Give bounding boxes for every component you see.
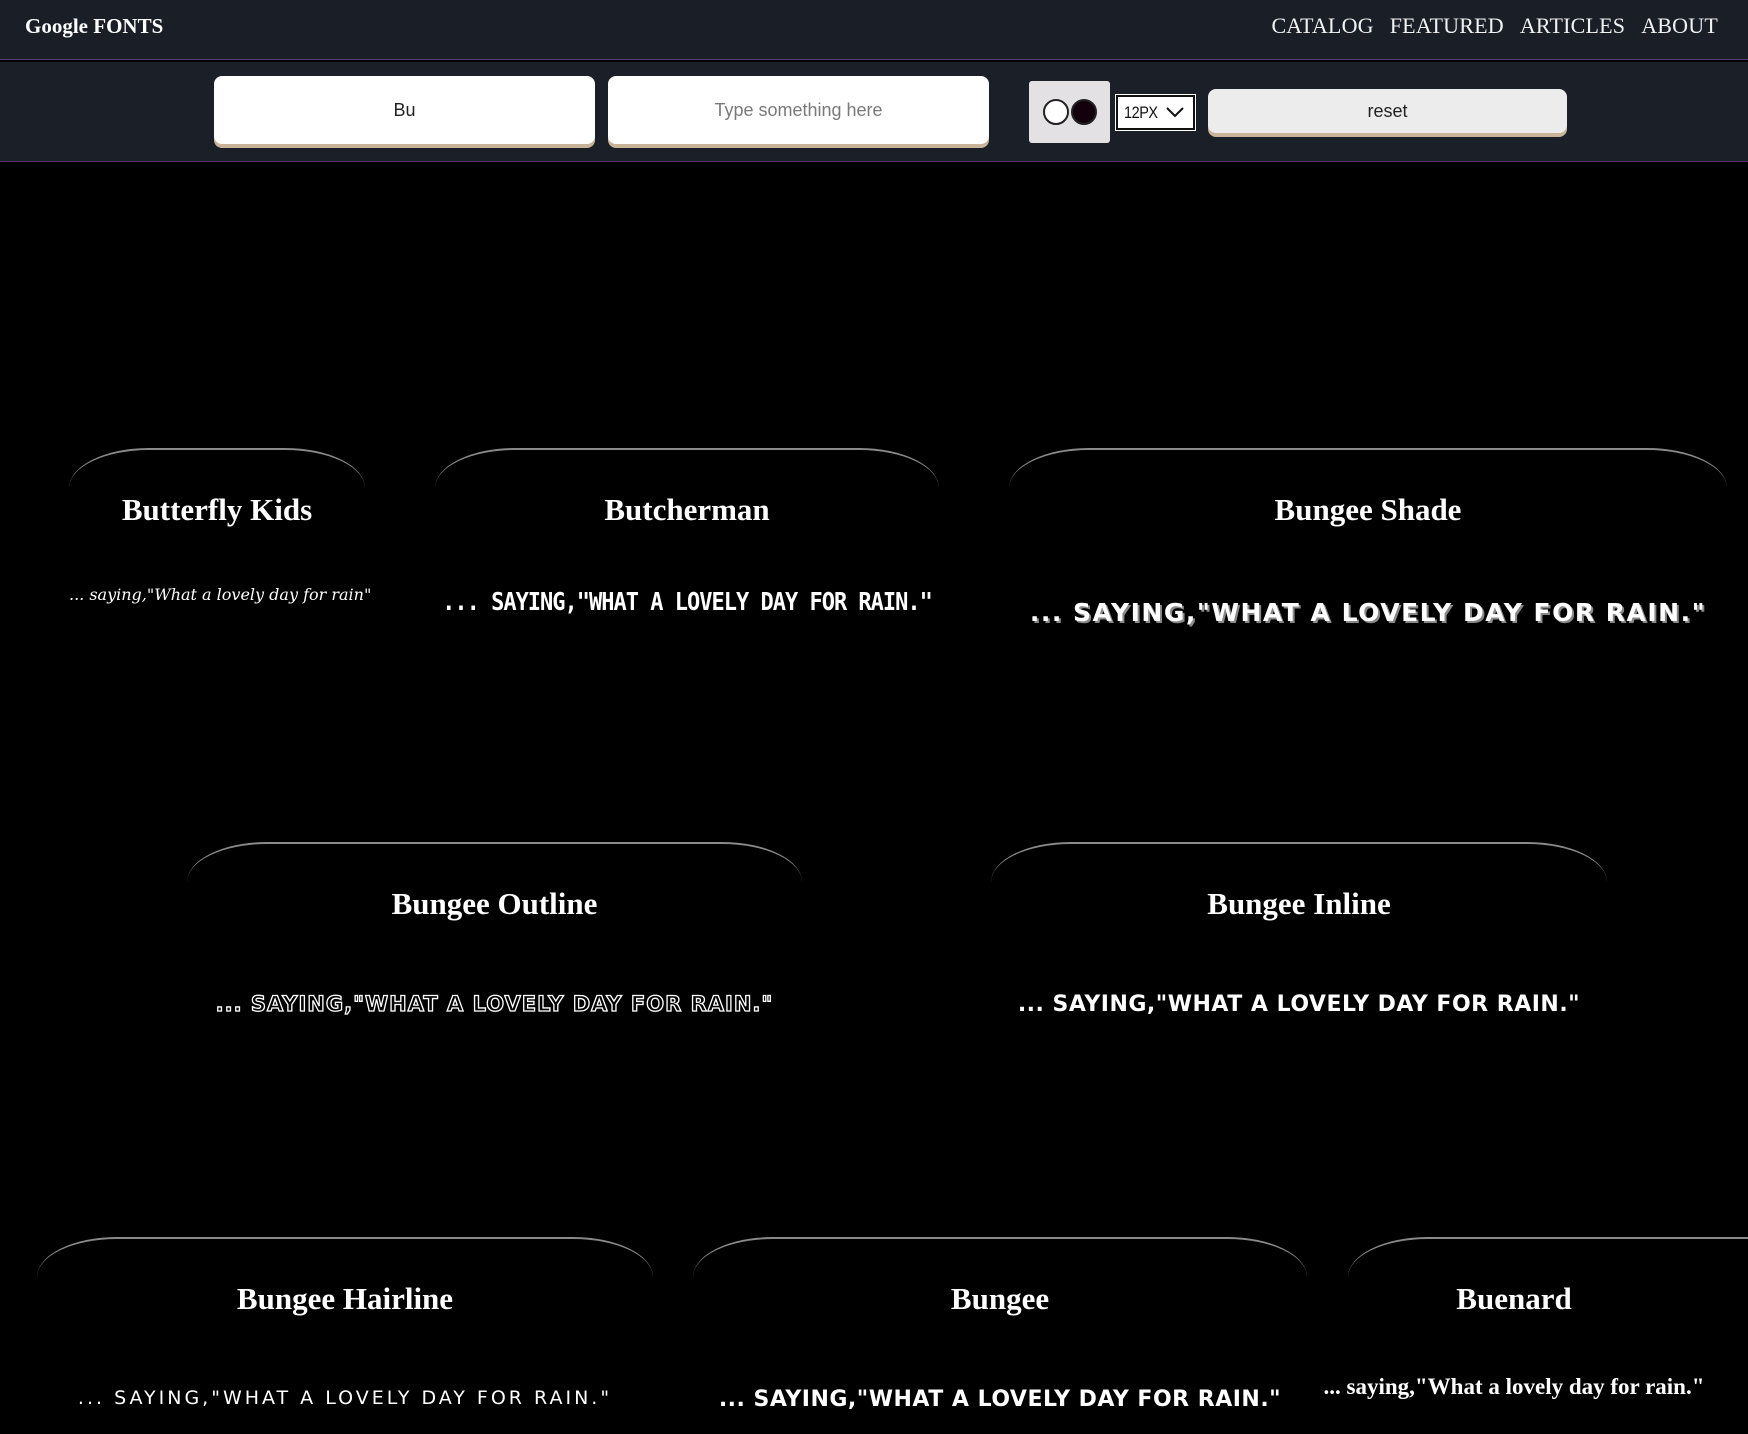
nav-featured[interactable]: FEATURED: [1390, 13, 1504, 39]
font-card-bungee-shade[interactable]: Bungee Shade ... SAYING,"WHAT A LOVELY D…: [1009, 448, 1727, 748]
font-family-search-input[interactable]: [214, 76, 595, 144]
sample-text-input[interactable]: [608, 76, 989, 144]
dark-theme-icon[interactable]: [1070, 99, 1097, 125]
font-card-buenard[interactable]: Buenard ... saying,"What a lovely day fo…: [1324, 1237, 1748, 1434]
font-name: Butcherman: [604, 492, 770, 527]
font-name: Buenard: [1456, 1281, 1572, 1316]
font-sample: ... SAYING,"WHAT A LOVELY DAY FOR RAIN.": [1029, 598, 1707, 627]
font-sample: ... SAYING,"WHAT A LOVELY DAY FOR RAIN.": [77, 1387, 613, 1409]
nav-articles[interactable]: ARTICLES: [1520, 13, 1625, 39]
main-nav: CATALOG FEATURED ARTICLES ABOUT: [1271, 13, 1718, 39]
nav-about[interactable]: ABOUT: [1641, 13, 1718, 39]
font-card-butterfly-kids[interactable]: Butterfly Kids ... saying,"What a lovely…: [69, 448, 372, 748]
font-sample: ... SAYING,"WHAT A LOVELY DAY FOR RAIN.": [718, 1387, 1282, 1412]
filter-toolbar: 12PX reset: [0, 62, 1748, 162]
font-card-bungee[interactable]: Bungee ... SAYING,"WHAT A LOVELY DAY FOR…: [693, 1237, 1307, 1434]
light-theme-icon[interactable]: [1042, 99, 1069, 125]
font-sample: ... SAYING,"WHAT A LOVELY DAY FOR RAIN.": [215, 991, 774, 1016]
font-name: Bungee Outline: [391, 886, 598, 921]
font-name: Bungee Hairline: [236, 1281, 454, 1316]
font-name: Bungee Shade: [1274, 492, 1462, 527]
font-card-bungee-outline[interactable]: Bungee Outline ... SAYING,"WHAT A LOVELY…: [187, 842, 802, 1142]
font-name: Butterfly Kids: [121, 492, 313, 527]
font-name: Bungee Inline: [1207, 886, 1391, 921]
reset-button[interactable]: reset: [1208, 89, 1567, 133]
font-card-butcherman[interactable]: Butcherman ... SAYING,"WHAT A LOVELY DAY…: [435, 448, 939, 748]
font-card-bungee-inline[interactable]: Bungee Inline ... SAYING,"WHAT A LOVELY …: [991, 842, 1607, 1142]
nav-catalog[interactable]: CATALOG: [1271, 13, 1373, 39]
font-sample: ... SAYING,"WHAT A LOVELY DAY FOR RAIN.": [442, 588, 933, 617]
font-card-bungee-hairline[interactable]: Bungee Hairline ... SAYING,"WHAT A LOVEL…: [37, 1237, 653, 1434]
font-name: Bungee: [950, 1281, 1050, 1316]
font-size-value: 12PX: [1124, 102, 1158, 122]
chevron-down-icon: [1166, 107, 1184, 118]
font-size-select[interactable]: 12PX: [1115, 94, 1196, 131]
font-sample: ... saying,"What a lovely day for rain": [69, 585, 372, 604]
font-sample: ... SAYING,"WHAT A LOVELY DAY FOR RAIN.": [1017, 992, 1581, 1017]
theme-toggle[interactable]: [1029, 81, 1110, 143]
top-navbar: Google FONTS CATALOG FEATURED ARTICLES A…: [0, 0, 1748, 60]
font-sample: ... saying,"What a lovely day for rain.": [1323, 1374, 1705, 1399]
brand-logo[interactable]: Google FONTS: [25, 14, 163, 39]
